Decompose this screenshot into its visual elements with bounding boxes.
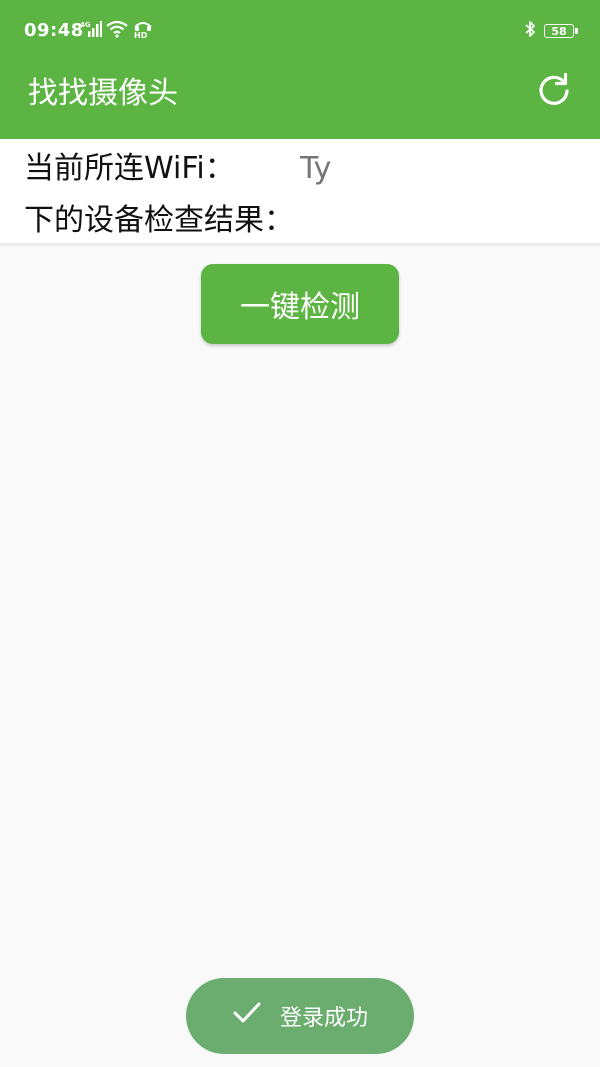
status-time: 09:48	[24, 20, 84, 41]
status-bar: 09:48 4G HD 58	[0, 0, 600, 62]
bluetooth-icon	[524, 20, 536, 42]
hd-label: HD	[134, 31, 148, 39]
refresh-button[interactable]	[534, 72, 574, 112]
cellular-signal-icon: 4G	[80, 20, 102, 42]
hd-call-icon: HD	[132, 19, 154, 43]
app-header: 09:48 4G HD 58 找找摄像头	[0, 0, 600, 139]
one-click-check-button[interactable]: 一键检测	[201, 264, 399, 344]
wifi-icon	[106, 20, 128, 42]
battery-indicator: 58	[544, 24, 578, 38]
toast-message: 登录成功	[186, 978, 414, 1054]
check-icon	[232, 1001, 262, 1031]
status-icons-left: 4G HD	[80, 20, 154, 42]
toast-text: 登录成功	[279, 1006, 368, 1031]
app-title: 找找摄像头	[28, 76, 178, 111]
wifi-label: 当前所连WiFi：	[24, 151, 235, 186]
result-label: 下的设备检查结果：	[24, 203, 294, 238]
wifi-name: Ty	[300, 151, 332, 186]
refresh-icon	[536, 72, 572, 112]
wifi-info-panel: 当前所连WiFi： Ty 下的设备检查结果：	[0, 139, 600, 246]
network-type-label: 4G	[80, 21, 91, 29]
status-icons-right: 58	[524, 20, 578, 42]
